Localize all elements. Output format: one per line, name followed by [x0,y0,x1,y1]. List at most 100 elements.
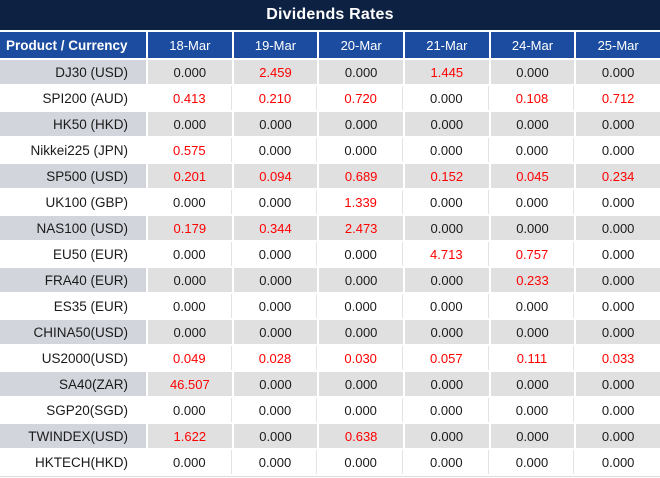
table-row: DJ30 (USD) 0.000 2.459 0.000 1.445 0.000 0.000 [0,60,660,84]
value-cell: 0.000 [576,424,660,448]
value-cell: 1.622 [148,424,232,448]
header-date-20-Mar: 20-Mar [319,32,403,58]
value-cell: 0.000 [404,268,489,292]
value-cell: 0.000 [404,138,489,162]
value-cell: 0.000 [319,398,403,422]
value-cell: 0.000 [404,112,489,136]
value-cell: 0.000 [148,398,232,422]
value-cell: 0.000 [576,294,660,318]
table-row: EU50 (EUR) 0.000 0.000 0.000 4.713 0.757 0.000 [0,242,660,266]
value-cell: 0.000 [319,320,403,344]
header-date-21-Mar: 21-Mar [404,32,489,58]
table-row: CHINA50(USD) 0.000 0.000 0.000 0.000 0.000 0.0… [0,320,660,344]
value-cell: 0.000 [576,450,660,474]
value-cell: 1.339 [319,190,403,214]
value-cell: 0.000 [490,320,575,344]
product-cell: SGP20(SGD) [0,398,146,422]
header-row: Product / Currency 18-Mar 19-Mar 20-Mar 21-M… [0,32,660,58]
value-cell: 0.720 [319,86,403,110]
value-cell: 0.094 [233,164,318,188]
value-cell: 0.000 [490,294,575,318]
value-cell: 0.000 [490,138,575,162]
product-cell: UK100 (GBP) [0,190,146,214]
value-cell: 0.000 [404,450,489,474]
product-cell: FRA40 (EUR) [0,268,146,292]
value-cell: 0.000 [233,138,318,162]
value-cell: 0.000 [404,216,489,240]
value-cell: 0.000 [148,268,232,292]
header-date-19-Mar: 19-Mar [233,32,318,58]
value-cell: 0.000 [148,450,232,474]
table-row: SPI200 (AUD) 0.413 0.210 0.720 0.000 0.108 0.7… [0,86,660,110]
value-cell: 0.000 [319,112,403,136]
value-cell: 0.179 [148,216,232,240]
value-cell: 0.000 [576,242,660,266]
value-cell: 0.413 [148,86,232,110]
product-cell: ES35 (EUR) [0,294,146,318]
value-cell: 0.638 [319,424,403,448]
value-cell: 0.000 [148,320,232,344]
table-row: HK50 (HKD) 0.000 0.000 0.000 0.000 0.000 0.000 [0,112,660,136]
value-cell: 0.000 [404,398,489,422]
value-cell: 0.000 [319,242,403,266]
table-row: SA40(ZAR) 46.507 0.000 0.000 0.000 0.000 0.000 [0,372,660,396]
value-cell: 0.000 [319,450,403,474]
value-cell: 0.000 [233,268,318,292]
value-cell: 46.507 [148,372,232,396]
value-cell: 0.000 [319,138,403,162]
table-row: US2000(USD) 0.049 0.028 0.030 0.057 0.111 0.03… [0,346,660,370]
header-product-currency: Product / Currency [0,32,146,58]
value-cell: 0.000 [576,112,660,136]
value-cell: 0.000 [233,112,318,136]
value-cell: 0.000 [490,216,575,240]
table-bottom-border [0,476,660,477]
value-cell: 0.344 [233,216,318,240]
table-row: NAS100 (USD) 0.179 0.344 2.473 0.000 0.000 0.0… [0,216,660,240]
value-cell: 0.000 [404,372,489,396]
value-cell: 0.757 [490,242,575,266]
value-cell: 0.000 [490,112,575,136]
table-row: TWINDEX(USD) 1.622 0.000 0.638 0.000 0.000 0.0… [0,424,660,448]
table-row: SP500 (USD) 0.201 0.094 0.689 0.152 0.045 0.23… [0,164,660,188]
product-cell: Nikkei225 (JPN) [0,138,146,162]
value-cell: 0.000 [148,60,232,84]
value-cell: 0.000 [233,320,318,344]
value-cell: 0.201 [148,164,232,188]
value-cell: 0.049 [148,346,232,370]
value-cell: 0.000 [319,372,403,396]
value-cell: 0.000 [576,190,660,214]
value-cell: 0.000 [148,242,232,266]
value-cell: 0.712 [576,86,660,110]
product-cell: HK50 (HKD) [0,112,146,136]
value-cell: 0.000 [233,294,318,318]
value-cell: 0.000 [148,294,232,318]
value-cell: 0.000 [404,86,489,110]
value-cell: 0.000 [576,138,660,162]
value-cell: 0.000 [404,190,489,214]
table-body: DJ30 (USD) 0.000 2.459 0.000 1.445 0.000 0.000… [0,60,660,474]
value-cell: 4.713 [404,242,489,266]
value-cell: 0.210 [233,86,318,110]
header-date-24-Mar: 24-Mar [490,32,575,58]
table-row: Nikkei225 (JPN) 0.575 0.000 0.000 0.000 0.000… [0,138,660,162]
value-cell: 0.000 [233,450,318,474]
value-cell: 0.033 [576,346,660,370]
value-cell: 0.057 [404,346,489,370]
product-cell: SPI200 (AUD) [0,86,146,110]
value-cell: 0.000 [576,60,660,84]
value-cell: 0.000 [233,424,318,448]
value-cell: 0.233 [490,268,575,292]
value-cell: 0.000 [319,294,403,318]
header-date-18-Mar: 18-Mar [148,32,232,58]
value-cell: 0.000 [404,320,489,344]
value-cell: 0.000 [490,424,575,448]
value-cell: 0.000 [233,372,318,396]
value-cell: 0.000 [576,372,660,396]
table-row: FRA40 (EUR) 0.000 0.000 0.000 0.000 0.233 0.00… [0,268,660,292]
product-cell: CHINA50(USD) [0,320,146,344]
value-cell: 2.459 [233,60,318,84]
product-cell: DJ30 (USD) [0,60,146,84]
value-cell: 0.000 [148,190,232,214]
value-cell: 0.000 [404,424,489,448]
table-title: Dividends Rates [0,0,660,30]
